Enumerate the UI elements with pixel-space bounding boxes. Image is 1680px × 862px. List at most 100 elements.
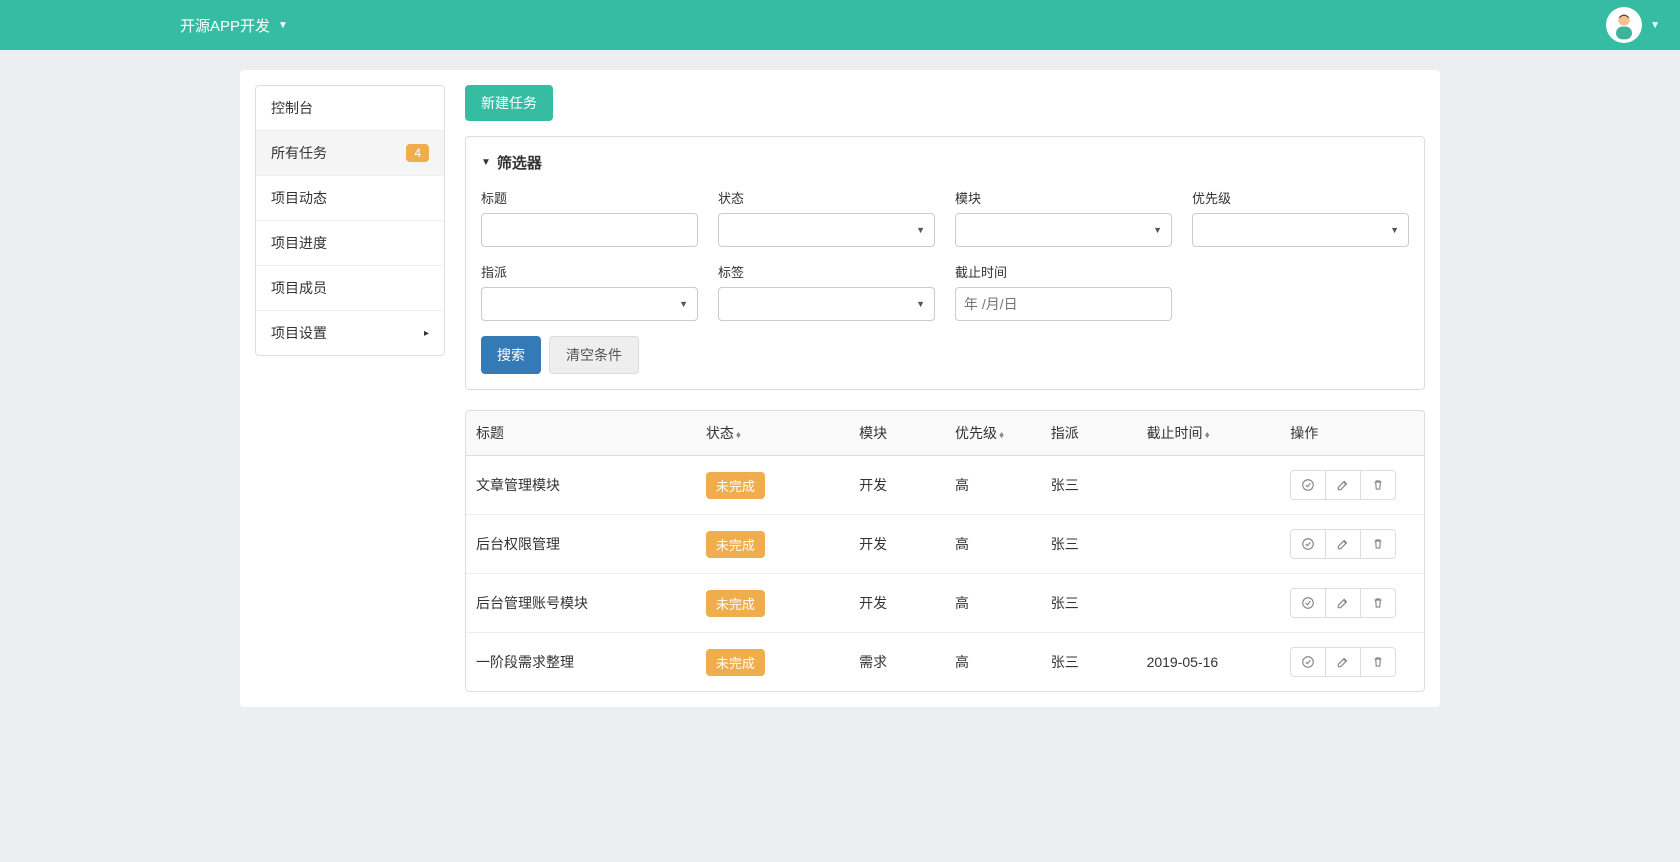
filter-tag-select[interactable]	[718, 287, 935, 321]
cell-title: 文章管理模块	[466, 456, 696, 515]
cell-title: 后台权限管理	[466, 515, 696, 574]
cell-assignee: 张三	[1041, 515, 1137, 574]
th-status[interactable]: 状态♦	[696, 411, 849, 456]
cell-deadline: 2019-05-16	[1137, 633, 1281, 692]
edit-button[interactable]	[1325, 470, 1361, 500]
sort-icon: ♦	[736, 430, 741, 441]
cell-deadline	[1137, 574, 1281, 633]
filter-title-input[interactable]	[481, 213, 698, 247]
cell-title: 后台管理账号模块	[466, 574, 696, 633]
filter-deadline-input[interactable]	[955, 287, 1172, 321]
cell-priority: 高	[945, 574, 1041, 633]
cell-assignee: 张三	[1041, 633, 1137, 692]
cell-priority: 高	[945, 633, 1041, 692]
filter-priority-label: 优先级	[1192, 188, 1409, 207]
table-row: 后台管理账号模块未完成 开发高张三	[466, 574, 1424, 633]
cell-actions	[1280, 456, 1424, 515]
cell-title: 一阶段需求整理	[466, 633, 696, 692]
filter-tag-label: 标签	[718, 262, 935, 281]
cell-deadline	[1137, 515, 1281, 574]
sort-icon: ♦	[999, 430, 1004, 441]
table-row: 后台权限管理未完成 开发高张三	[466, 515, 1424, 574]
edit-button[interactable]	[1325, 647, 1361, 677]
filter-priority-select[interactable]	[1192, 213, 1409, 247]
cell-status: 未完成	[696, 574, 849, 633]
status-badge: 未完成	[706, 590, 765, 617]
filter-assignee-label: 指派	[481, 262, 698, 281]
caret-down-icon: ▼	[481, 157, 491, 168]
cell-status: 未完成	[696, 633, 849, 692]
sidebar: 控制台 所有任务 4 项目动态 项目进度 项目成员 项目设置 ▸	[255, 85, 445, 356]
filter-module-select[interactable]	[955, 213, 1172, 247]
sidebar-item-all-tasks[interactable]: 所有任务 4	[256, 131, 444, 176]
cell-actions	[1280, 633, 1424, 692]
filter-panel: ▼ 筛选器 标题 状态 模块 优先级	[465, 136, 1425, 390]
user-avatar[interactable]	[1606, 7, 1642, 43]
table-row: 文章管理模块未完成开发高张三	[466, 456, 1424, 515]
cell-actions	[1280, 515, 1424, 574]
delete-button[interactable]	[1360, 588, 1396, 618]
sidebar-item-label: 项目设置	[271, 323, 327, 343]
cell-module: 需求	[849, 633, 945, 692]
sort-icon: ♦	[1205, 430, 1210, 441]
task-table-panel: 标题 状态♦ 模块 优先级♦ 指派 截止时间♦ 操作 文章管理模块未完成开发高张…	[465, 410, 1425, 692]
caret-down-icon[interactable]: ▼	[1650, 20, 1660, 31]
filter-title-label: 标题	[481, 188, 698, 207]
cell-actions	[1280, 574, 1424, 633]
complete-button[interactable]	[1290, 588, 1326, 618]
cell-priority: 高	[945, 515, 1041, 574]
project-name: 开源APP开发	[180, 15, 270, 36]
sidebar-item-label: 项目动态	[271, 188, 327, 208]
th-priority[interactable]: 优先级♦	[945, 411, 1041, 456]
sidebar-item-label: 所有任务	[271, 143, 327, 163]
filter-status-select[interactable]	[718, 213, 935, 247]
th-actions: 操作	[1280, 411, 1424, 456]
sidebar-item-dashboard[interactable]: 控制台	[256, 86, 444, 131]
cell-status: 未完成	[696, 515, 849, 574]
status-badge: 未完成	[706, 531, 765, 558]
cell-assignee: 张三	[1041, 574, 1137, 633]
delete-button[interactable]	[1360, 470, 1396, 500]
task-table: 标题 状态♦ 模块 优先级♦ 指派 截止时间♦ 操作 文章管理模块未完成开发高张…	[466, 411, 1424, 691]
delete-button[interactable]	[1360, 647, 1396, 677]
sidebar-item-label: 控制台	[271, 98, 313, 118]
edit-button[interactable]	[1325, 529, 1361, 559]
filter-status-label: 状态	[718, 188, 935, 207]
th-deadline[interactable]: 截止时间♦	[1137, 411, 1281, 456]
sidebar-item-settings[interactable]: 项目设置 ▸	[256, 311, 444, 355]
cell-status: 未完成	[696, 456, 849, 515]
edit-button[interactable]	[1325, 588, 1361, 618]
cell-assignee: 张三	[1041, 456, 1137, 515]
delete-button[interactable]	[1360, 529, 1396, 559]
complete-button[interactable]	[1290, 529, 1326, 559]
topbar: 开源APP开发 ▼ ▼	[0, 0, 1680, 50]
main-content: 新建任务 ▼ 筛选器 标题 状态 模块	[465, 85, 1425, 692]
main-container: 控制台 所有任务 4 项目动态 项目进度 项目成员 项目设置 ▸ 新建任务 ▼ …	[240, 70, 1440, 707]
th-title[interactable]: 标题	[466, 411, 696, 456]
filter-module-label: 模块	[955, 188, 1172, 207]
project-selector-dropdown[interactable]: 开源APP开发 ▼	[180, 15, 288, 36]
filter-panel-toggle[interactable]: ▼ 筛选器	[481, 152, 1409, 173]
search-button[interactable]: 搜索	[481, 336, 541, 374]
cell-module: 开发	[849, 515, 945, 574]
th-module[interactable]: 模块	[849, 411, 945, 456]
filter-assignee-select[interactable]	[481, 287, 698, 321]
complete-button[interactable]	[1290, 647, 1326, 677]
filter-panel-title: 筛选器	[497, 152, 542, 173]
status-badge: 未完成	[706, 649, 765, 676]
sidebar-item-label: 项目进度	[271, 233, 327, 253]
table-row: 一阶段需求整理未完成 需求高张三2019-05-16	[466, 633, 1424, 692]
sidebar-item-progress[interactable]: 项目进度	[256, 221, 444, 266]
sidebar-item-activity[interactable]: 项目动态	[256, 176, 444, 221]
th-assignee[interactable]: 指派	[1041, 411, 1137, 456]
new-task-button[interactable]: 新建任务	[465, 85, 553, 121]
sidebar-item-members[interactable]: 项目成员	[256, 266, 444, 311]
task-count-badge: 4	[406, 144, 429, 162]
cell-module: 开发	[849, 456, 945, 515]
sidebar-item-label: 项目成员	[271, 278, 327, 298]
complete-button[interactable]	[1290, 470, 1326, 500]
status-badge: 未完成	[706, 472, 765, 499]
reset-button[interactable]: 清空条件	[549, 336, 639, 374]
cell-deadline	[1137, 456, 1281, 515]
cell-module: 开发	[849, 574, 945, 633]
